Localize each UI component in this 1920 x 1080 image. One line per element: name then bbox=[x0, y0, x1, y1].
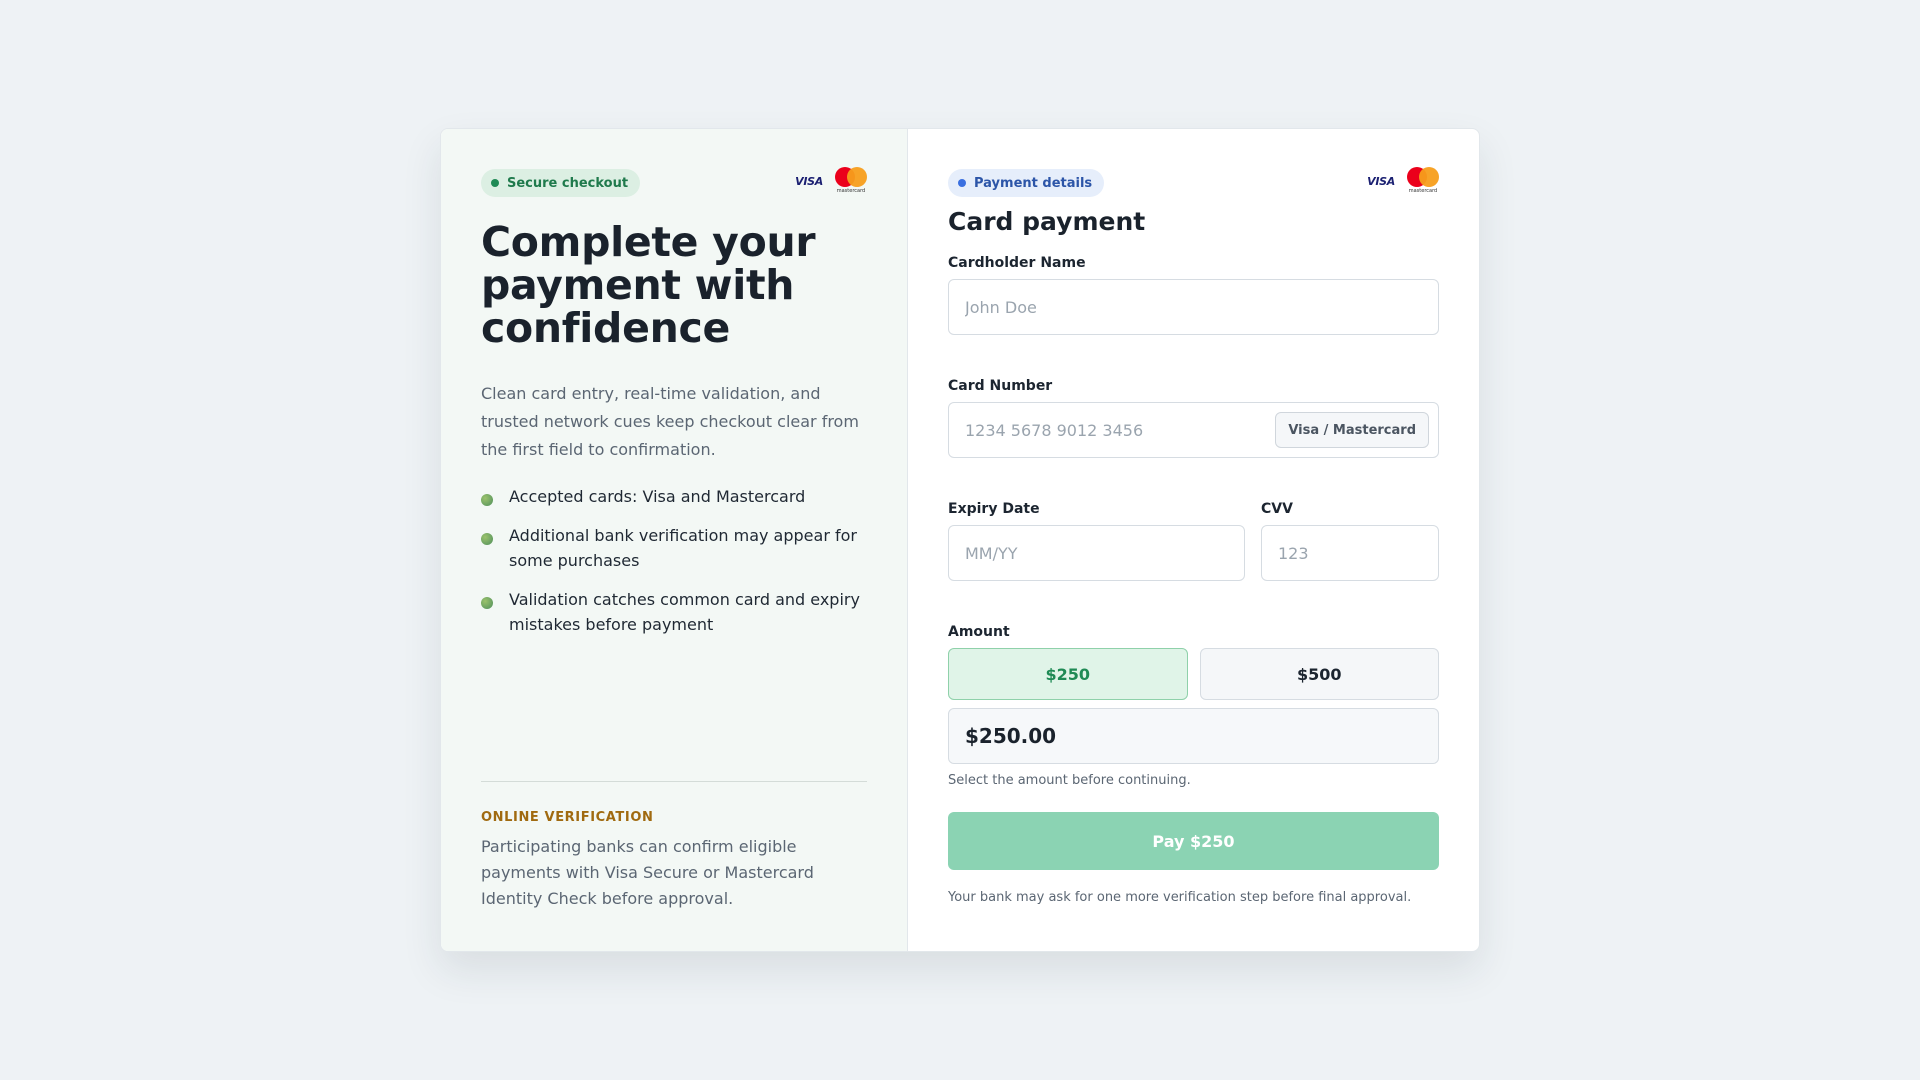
verification-title: ONLINE VERIFICATION bbox=[481, 810, 654, 825]
bullet-dot-icon bbox=[481, 494, 493, 506]
visa-logo-icon: VISA bbox=[1367, 174, 1395, 188]
form-title: Card payment bbox=[948, 207, 1146, 236]
cardholder-name-input[interactable] bbox=[948, 279, 1439, 335]
cvv-input[interactable] bbox=[1261, 525, 1439, 581]
page-description: Clean card entry, real-time validation, … bbox=[481, 384, 859, 459]
amount-options: $250 $500 bbox=[948, 648, 1439, 700]
feature-item: Additional bank verification may appear … bbox=[481, 523, 867, 573]
verification-text: Participating banks can confirm eligible… bbox=[481, 837, 814, 908]
amount-hint: Select the amount before continuing. bbox=[948, 773, 1191, 788]
info-panel: Secure checkout VISA mastercard Complete… bbox=[441, 129, 908, 951]
section-divider bbox=[481, 781, 867, 782]
page-headline: Complete your payment with confidence bbox=[481, 218, 816, 352]
feature-item: Validation catches common card and expir… bbox=[481, 587, 867, 637]
mastercard-logo-icon: mastercard bbox=[1407, 167, 1439, 195]
visa-logo-icon: VISA bbox=[795, 174, 823, 188]
checkout-card: Secure checkout VISA mastercard Complete… bbox=[440, 128, 1480, 952]
feature-list: Accepted cards: Visa and Mastercard Addi… bbox=[481, 484, 867, 637]
amount-option-500[interactable]: $500 bbox=[1199, 648, 1439, 700]
feature-text: Additional bank verification may appear … bbox=[509, 526, 857, 570]
bullet-dot-icon bbox=[481, 533, 493, 545]
amount-display: $250.00 bbox=[948, 708, 1439, 764]
secure-checkout-label: Secure checkout bbox=[507, 175, 629, 191]
amount-option-250[interactable]: $250 bbox=[948, 648, 1188, 700]
mastercard-logo-icon: mastercard bbox=[835, 167, 867, 195]
verification-footnote: Your bank may ask for one more verificat… bbox=[948, 890, 1412, 905]
cardholder-name-label: Cardholder Name bbox=[948, 255, 1086, 271]
feature-text: Accepted cards: Visa and Mastercard bbox=[509, 487, 806, 506]
payment-details-label: Payment details bbox=[974, 175, 1093, 191]
card-network-badge: Visa / Mastercard bbox=[1275, 412, 1429, 448]
expiry-date-input[interactable] bbox=[948, 525, 1245, 581]
expiry-date-label: Expiry Date bbox=[948, 501, 1040, 517]
card-brands: VISA mastercard bbox=[1367, 167, 1439, 195]
pay-button[interactable]: Pay $250 bbox=[948, 812, 1439, 870]
status-dot-icon bbox=[958, 179, 966, 187]
feature-text: Validation catches common card and expir… bbox=[509, 590, 860, 634]
cvv-label: CVV bbox=[1261, 501, 1293, 517]
feature-item: Accepted cards: Visa and Mastercard bbox=[481, 484, 867, 509]
status-dot-icon bbox=[491, 179, 499, 187]
bullet-dot-icon bbox=[481, 597, 493, 609]
card-brands: VISA mastercard bbox=[795, 167, 867, 195]
card-number-label: Card Number bbox=[948, 378, 1053, 394]
payment-details-badge: Payment details bbox=[948, 169, 1105, 197]
payment-form: Payment details VISA mastercard Card pay… bbox=[908, 129, 1479, 951]
amount-label: Amount bbox=[948, 624, 1010, 640]
secure-checkout-badge: Secure checkout bbox=[481, 169, 641, 197]
